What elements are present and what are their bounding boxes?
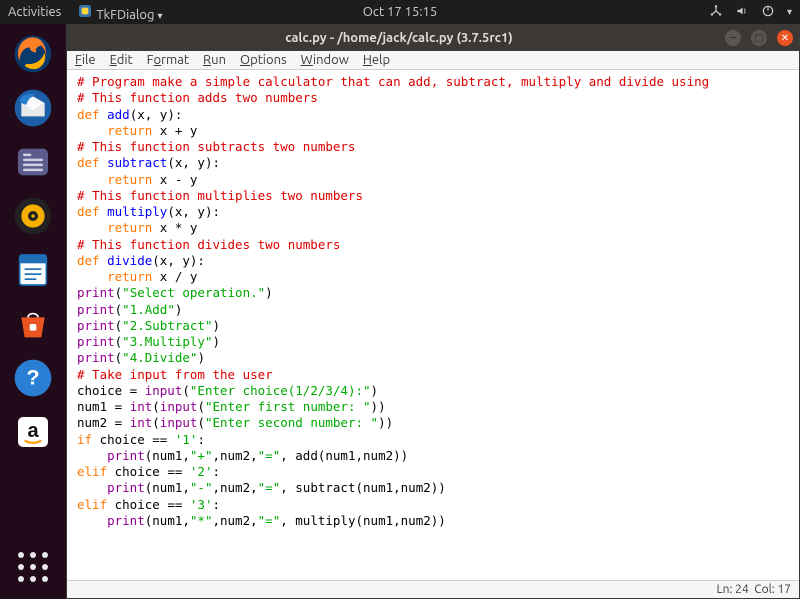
chevron-down-icon[interactable]: ▾	[787, 6, 792, 18]
svg-text:?: ?	[26, 365, 39, 390]
gnome-top-bar: Activities TkFDialog Oct 17 15:15 ▾	[0, 0, 800, 24]
window-title: calc.py - /home/jack/calc.py (3.7.5rc1)	[73, 31, 725, 45]
ubuntu-dock: ? a	[0, 24, 66, 599]
dock-files[interactable]	[9, 138, 57, 186]
window-close[interactable]: ✕	[777, 30, 793, 46]
menu-run[interactable]: Run	[203, 53, 226, 67]
dock-firefox[interactable]	[9, 30, 57, 78]
dock-software[interactable]	[9, 300, 57, 348]
menu-format[interactable]: Format	[147, 53, 189, 67]
show-applications[interactable]	[9, 543, 57, 591]
dock-libreoffice-writer[interactable]	[9, 246, 57, 294]
idle-window: calc.py - /home/jack/calc.py (3.7.5rc1) …	[66, 24, 800, 599]
activities-button[interactable]: Activities	[8, 5, 61, 19]
status-line: Ln: 24	[717, 583, 749, 596]
menu-edit[interactable]: Edit	[110, 53, 133, 67]
menu-window[interactable]: Window	[301, 53, 349, 67]
code-editor[interactable]: # Program make a simple calculator that …	[67, 70, 799, 580]
dock-thunderbird[interactable]	[9, 84, 57, 132]
window-maximize[interactable]: ▢	[751, 30, 767, 46]
python-icon	[77, 8, 93, 22]
svg-text:a: a	[27, 420, 39, 442]
dock-help[interactable]: ?	[9, 354, 57, 402]
window-minimize[interactable]: ─	[725, 30, 741, 46]
volume-icon[interactable]	[735, 4, 749, 21]
window-titlebar[interactable]: calc.py - /home/jack/calc.py (3.7.5rc1) …	[67, 25, 799, 51]
menu-options[interactable]: Options	[240, 53, 287, 67]
dock-amazon[interactable]: a	[9, 408, 57, 456]
clock[interactable]: Oct 17 15:15	[363, 5, 437, 19]
app-menu[interactable]: TkFDialog	[77, 3, 162, 22]
dock-rhythmbox[interactable]	[9, 192, 57, 240]
status-bar: Ln: 24 Col: 17	[67, 580, 799, 598]
power-icon[interactable]	[761, 4, 775, 21]
status-col: Col: 17	[754, 583, 791, 596]
menu-help[interactable]: Help	[363, 53, 390, 67]
menu-file[interactable]: File	[75, 53, 96, 67]
menubar: File Edit Format Run Options Window Help	[67, 51, 799, 70]
network-icon[interactable]	[709, 4, 723, 21]
